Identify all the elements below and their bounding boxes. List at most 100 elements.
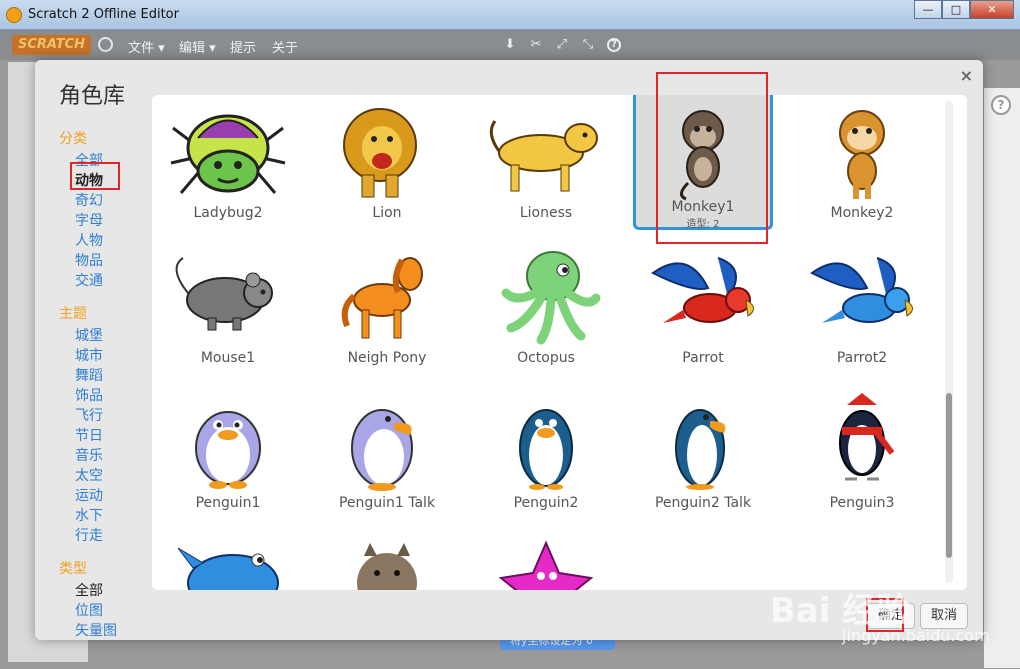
sprite-tile-parrot[interactable]: Parrot [633,240,773,375]
baidu-watermark-url: jingyan.baidu.com [842,626,990,645]
starfish-icon [481,538,611,590]
sprite-tile-shark[interactable] [158,530,298,590]
type-heading: 类型 [59,561,87,577]
language-globe-icon[interactable] [98,37,113,52]
grow-icon[interactable]: ⤢ [555,38,569,52]
lion-icon [322,103,452,203]
theme-walking[interactable]: 行走 [59,526,149,546]
category-things[interactable]: 物品 [59,251,149,271]
penguin-icon [638,393,768,493]
sprite-tile-lioness[interactable]: Lioness [476,95,616,230]
category-transportation[interactable]: 交通 [59,271,149,291]
dialog-title: 角色库 [59,84,126,109]
mouse-icon [163,248,293,348]
sprite-name: Penguin1 Talk [338,495,436,511]
scratch-logo[interactable]: SCRATCH [12,35,92,55]
penguin-icon [322,393,452,493]
ladybug-icon [163,103,293,203]
baidu-watermark: Bai 经验 [770,591,911,631]
sprite-tile-neigh-pony[interactable]: Neigh Pony [317,240,457,375]
scratch-menubar: SCRATCH 文件 ▾ 编辑 ▾ 提示 关于 ⬇ ✂ ⤢ ⤡ ? [0,30,1020,60]
category-people[interactable]: 人物 [59,231,149,251]
type-all[interactable]: 全部 [59,581,149,601]
sprite-library-dialog: 角色库 × 分类 全部 动物 奇幻 字母 人物 物品 交通 主题 城堡 城市 舞… [35,60,983,640]
sprite-name: Octopus [517,350,575,366]
sprite-name: Penguin3 [829,495,895,511]
right-panel [984,88,1020,668]
sprite-tile-parrot2[interactable]: Parrot2 [792,240,932,375]
lioness-icon [481,103,611,203]
sprite-grid-panel: Ladybug2 Lion Lioness Monkey1 造型: 2 Monk… [152,95,967,590]
theme-heading: 主题 [59,306,87,322]
sprite-name: Ladybug2 [193,205,263,221]
sprite-tile-penguin1-talk[interactable]: Penguin1 Talk [317,385,457,520]
close-icon[interactable]: × [960,66,973,85]
sprite-tile-lion[interactable]: Lion [317,95,457,230]
octopus-icon [481,248,611,348]
sprite-tile-mouse1[interactable]: Mouse1 [158,240,298,375]
squirrel-icon [322,538,452,590]
theme-city[interactable]: 城市 [59,346,149,366]
sprite-name: Mouse1 [200,350,256,366]
theme-castle[interactable]: 城堡 [59,326,149,346]
minimize-button[interactable]: — [914,0,942,19]
shrink-icon[interactable]: ⤡ [581,38,595,52]
sprite-name: Monkey2 [830,205,894,221]
theme-music[interactable]: 音乐 [59,446,149,466]
help-tool-icon[interactable]: ? [607,38,621,52]
sprite-tile-octopus[interactable]: Octopus [476,240,616,375]
sprite-tile-squirrel[interactable] [317,530,457,590]
sprite-tile-penguin2[interactable]: Penguin2 [476,385,616,520]
grid-scrollbar[interactable] [945,101,953,583]
theme-dance[interactable]: 舞蹈 [59,366,149,386]
monkey-icon [797,103,927,203]
sprite-tile-starfish[interactable] [476,530,616,590]
stamp-icon[interactable]: ⬇ [503,38,517,52]
scratch-cat-icon [6,7,22,23]
sprite-name: Penguin2 [513,495,579,511]
theme-underwater[interactable]: 水下 [59,506,149,526]
theme-dress-up[interactable]: 饰品 [59,386,149,406]
penguin-icon [163,393,293,493]
parrot-icon [638,248,768,348]
sprite-tile-ladybug2[interactable]: Ladybug2 [158,95,298,230]
window-controls: — □ ✕ [914,0,1014,20]
sprite-name: Lion [372,205,402,221]
theme-flying[interactable]: 飞行 [59,406,149,426]
scrollbar-thumb[interactable] [946,393,952,558]
type-bitmap[interactable]: 位图 [59,601,149,621]
theme-sports[interactable]: 运动 [59,486,149,506]
menu-tips[interactable]: 提示 [230,37,256,56]
sprite-tile-monkey2[interactable]: Monkey2 [792,95,932,230]
annotation-box-monkey1 [656,72,768,244]
menu-about[interactable]: 关于 [272,37,298,56]
theme-holiday[interactable]: 节日 [59,426,149,446]
penguin-icon [481,393,611,493]
close-window-button[interactable]: ✕ [970,0,1014,19]
shark-icon [163,538,293,590]
help-icon[interactable]: ? [991,95,1011,115]
type-vector[interactable]: 矢量图 [59,621,149,641]
category-letters[interactable]: 字母 [59,211,149,231]
sprite-tile-penguin2-talk[interactable]: Penguin2 Talk [633,385,773,520]
category-fantasy[interactable]: 奇幻 [59,191,149,211]
sprite-name: Lioness [519,205,573,221]
cut-icon[interactable]: ✂ [529,38,543,52]
menu-file[interactable]: 文件 ▾ [128,37,165,56]
sprite-name: Parrot2 [836,350,888,366]
penguin-icon [797,393,927,493]
theme-space[interactable]: 太空 [59,466,149,486]
annotation-box-animals [70,162,120,190]
parrot-icon [797,248,927,348]
sprite-tile-penguin3[interactable]: Penguin3 [792,385,932,520]
window-title: Scratch 2 Offline Editor [28,7,179,22]
sprite-tile-penguin1[interactable]: Penguin1 [158,385,298,520]
library-sidebar: 分类 全部 动物 奇幻 字母 人物 物品 交通 主题 城堡 城市 舞蹈 饰品 飞… [59,120,149,641]
sprite-name: Neigh Pony [347,350,427,366]
sprite-name: Penguin1 [195,495,261,511]
category-heading: 分类 [59,131,87,147]
sprite-name: Penguin2 Talk [654,495,752,511]
menu-edit[interactable]: 编辑 ▾ [179,37,216,56]
window-titlebar: Scratch 2 Offline Editor — □ ✕ [0,0,1020,30]
maximize-button[interactable]: □ [942,0,970,19]
